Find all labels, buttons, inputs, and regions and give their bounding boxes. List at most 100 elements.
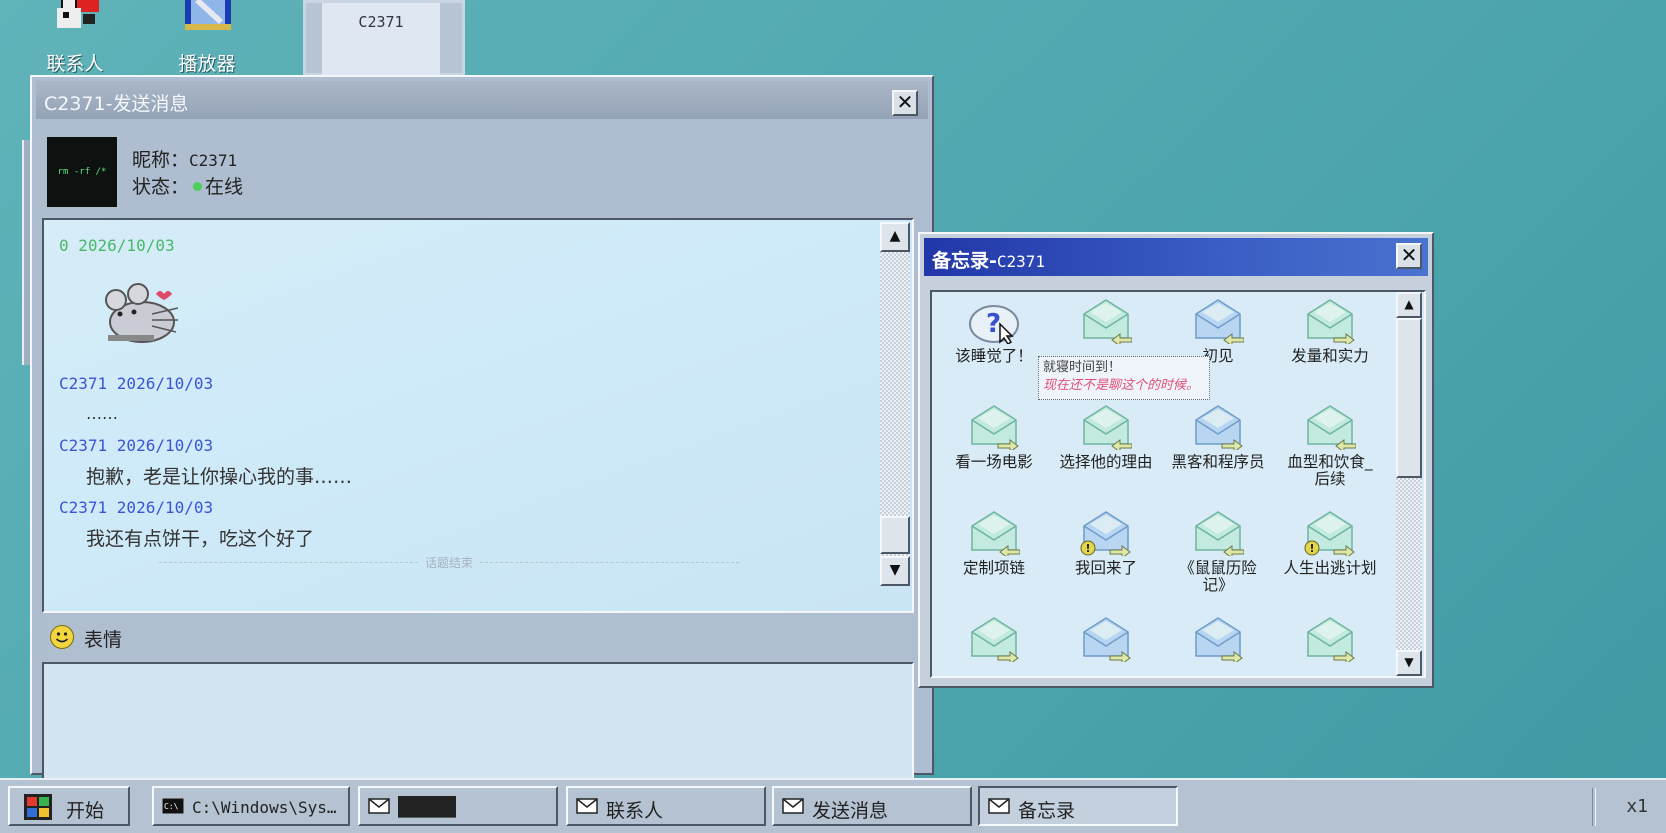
- memo-item-label: 看一场电影: [955, 453, 1033, 471]
- desktop-icon-player[interactable]: 播放器: [157, 0, 257, 76]
- emoji-button-label[interactable]: 表情: [84, 625, 122, 652]
- scroll-thumb[interactable]: [1396, 318, 1422, 478]
- memo-item-label: 人生出逃计划: [1283, 559, 1377, 577]
- memo-item[interactable]: [1050, 616, 1162, 666]
- mail-icon: [368, 798, 390, 814]
- svg-text:?: ?: [986, 309, 1001, 339]
- conversation-end-divider: 话题结束: [159, 554, 739, 571]
- memo-item[interactable]: 定制项链: [938, 510, 1050, 577]
- arrow-down-icon: ▼: [1404, 655, 1414, 669]
- windows-logo-icon: [24, 794, 52, 820]
- memo-item[interactable]: 《鼠鼠历险记》: [1162, 510, 1274, 594]
- message-text: 我还有点饼干，吃这个好了: [86, 528, 315, 550]
- memo-item[interactable]: [1162, 616, 1274, 666]
- message-header: C2371 2026/10/03: [59, 436, 214, 455]
- background-window-label: C2371: [358, 13, 404, 31]
- emoji-toolbar: 表情: [42, 617, 914, 657]
- memo-item-label: 血型和饮食_后续: [1287, 453, 1373, 488]
- memo-title-prefix: 备忘录-: [932, 250, 997, 272]
- message-text: ……: [86, 404, 118, 423]
- desktop-icon-label: 联系人: [46, 53, 104, 75]
- scroll-down-button[interactable]: ▼: [1396, 650, 1422, 676]
- arrow-up-icon: ▲: [1404, 297, 1414, 311]
- smiley-icon[interactable]: [50, 625, 74, 649]
- message-text: 抱歉，老是让你操心我的事……: [86, 466, 353, 488]
- memo-item[interactable]: ? 该睡觉了！: [938, 298, 1050, 365]
- scroll-thumb[interactable]: [880, 516, 910, 554]
- svg-text:!: !: [1310, 542, 1315, 555]
- scroll-up-button[interactable]: ▲: [1396, 292, 1422, 318]
- taskbar-item-label: ████: [398, 796, 457, 818]
- taskbar-item-redacted[interactable]: ████: [358, 786, 558, 826]
- message-scrollbar[interactable]: ▲ ▼: [880, 222, 910, 586]
- memo-item[interactable]: ! 我回来了: [1050, 510, 1162, 577]
- start-button[interactable]: 开始: [8, 786, 130, 826]
- taskbar-item-label: 备忘录: [1018, 800, 1076, 822]
- avatar: rm -rf /*: [47, 137, 117, 207]
- desktop-icon-contacts[interactable]: 联系人: [25, 0, 125, 76]
- envelope-icon: [1195, 405, 1243, 450]
- envelope-icon: [971, 617, 1019, 662]
- memo-titlebar[interactable]: 备忘录-C2371 ✕: [924, 238, 1428, 276]
- chat-titlebar[interactable]: C2371-发送消息 ✕: [36, 81, 928, 119]
- envelope-icon: [971, 511, 1020, 556]
- memo-item[interactable]: 发量和实力: [1274, 298, 1386, 365]
- cmd-icon: C:\: [162, 798, 184, 814]
- taskbar: 开始 C:\ C:\Windows\Sys… ████ 联系人 发送消息 备忘录…: [0, 778, 1666, 833]
- contacts-icon: [57, 0, 99, 28]
- background-window-panel: C2371: [322, 3, 440, 79]
- memo-item[interactable]: [938, 616, 1050, 666]
- memo-window: 备忘录-C2371 ✕ ! 人生出逃计划 《鼠鼠历险记》! 我回来了 定制项链 血型和饮食…: [918, 232, 1434, 688]
- taskbar-item-contacts[interactable]: 联系人: [566, 786, 766, 826]
- memo-item-label: 我回来了: [1074, 559, 1137, 577]
- memo-item-label: 《鼠鼠历险记》: [1179, 559, 1257, 594]
- message-header: C2371 2026/10/03: [59, 498, 214, 517]
- close-icon: ✕: [896, 90, 914, 114]
- chat-window-title: C2371-发送消息: [44, 93, 189, 115]
- start-label: 开始: [66, 800, 105, 822]
- scroll-up-button[interactable]: ▲: [880, 222, 910, 252]
- memo-item[interactable]: [1274, 616, 1386, 666]
- memo-item[interactable]: 初见: [1162, 298, 1274, 365]
- memo-item[interactable]: 选择他的理由: [1050, 404, 1162, 471]
- online-status-dot: [193, 182, 203, 191]
- background-window[interactable]: C2371: [303, 0, 465, 79]
- chat-window: C2371-发送消息 ✕ rm -rf /* 昵称：C2371 状态： 在线 0 …: [30, 75, 934, 782]
- message-input[interactable]: [42, 662, 914, 782]
- scroll-down-button[interactable]: ▼: [880, 556, 910, 586]
- taskbar-item-cmd[interactable]: C:\ C:\Windows\Sys…: [152, 786, 350, 826]
- memo-item-label: 定制项链: [962, 559, 1025, 577]
- question-icon: ?: [969, 305, 1019, 344]
- envelope-icon: [1307, 299, 1355, 344]
- envelope-icon: [1195, 511, 1244, 556]
- speed-indicator[interactable]: x1: [1626, 796, 1648, 817]
- chat-close-button[interactable]: ✕: [892, 90, 918, 116]
- envelope-icon: [971, 405, 1019, 450]
- mail-icon: [576, 798, 598, 814]
- memo-item[interactable]: 黑客和程序员: [1162, 404, 1274, 471]
- nickname-value: C2371: [189, 151, 238, 170]
- profile-info: 昵称：C2371 状态： 在线: [132, 147, 243, 200]
- svg-text:!: !: [1086, 542, 1091, 555]
- memo-item[interactable]: ! 人生出逃计划: [1274, 510, 1386, 577]
- envelope-icon: [1083, 299, 1132, 344]
- memo-close-button[interactable]: ✕: [1396, 243, 1422, 269]
- taskbar-item-memo[interactable]: 备忘录: [978, 786, 1178, 826]
- tray-separator: [1592, 788, 1596, 826]
- memo-item[interactable]: [1050, 298, 1162, 348]
- taskbar-item-send-message[interactable]: 发送消息: [772, 786, 972, 826]
- mail-icon: [988, 798, 1010, 814]
- memo-item-label: 黑客和程序员: [1171, 453, 1265, 471]
- tooltip-line-2: 现在还不是聊这个的时候。: [1043, 378, 1200, 393]
- message-history[interactable]: 0 2026/10/03 C2371 2026/10/03 …… C2371 2…: [42, 218, 914, 613]
- memo-title-name: C2371: [996, 252, 1046, 271]
- conversation-end-label: 话题结束: [419, 554, 480, 571]
- memo-list[interactable]: ! 人生出逃计划 《鼠鼠历险记》! 我回来了 定制项链 血型和饮食_后续 黑客和程序员 选择他…: [930, 290, 1426, 678]
- memo-item[interactable]: 看一场电影: [938, 404, 1050, 471]
- memo-scrollbar[interactable]: ▲ ▼: [1396, 292, 1422, 676]
- taskbar-item-label: 发送消息: [812, 800, 889, 822]
- arrow-down-icon: ▼: [889, 562, 901, 578]
- memo-item[interactable]: 血型和饮食_后续: [1274, 404, 1386, 488]
- envelope-icon: !: [1304, 511, 1355, 556]
- close-icon: ✕: [1400, 243, 1418, 267]
